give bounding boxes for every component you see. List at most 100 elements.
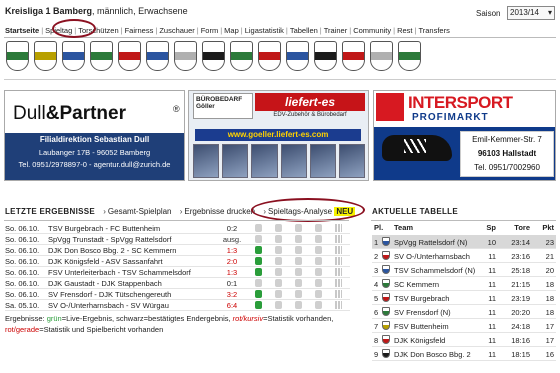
club-crest-icon[interactable]	[34, 41, 57, 71]
player-icon[interactable]	[275, 279, 282, 287]
report-icon[interactable]	[255, 246, 262, 254]
table-row[interactable]: 1 SpVgg Rattelsdorf (N) 10 23:14 23	[372, 235, 556, 249]
stats-icon[interactable]	[335, 301, 342, 309]
ergebnisse-drucken-link[interactable]: Ergebnisse drucken	[184, 207, 255, 216]
report-icon[interactable]	[255, 290, 262, 298]
result-row[interactable]: So. 06.10. FSV Unterleiterbach - TSV Scha…	[5, 267, 350, 278]
table-team[interactable]: DJK Königsfeld	[394, 336, 445, 345]
player-icon[interactable]	[315, 224, 322, 232]
player-icon[interactable]	[315, 290, 322, 298]
report-icon[interactable]	[255, 224, 262, 232]
result-row[interactable]: So. 06.10. SV Frensdorf - DJK Tütschenger…	[5, 289, 350, 300]
stats-icon[interactable]	[335, 246, 342, 254]
nav-item[interactable]: Map	[224, 26, 239, 35]
table-team[interactable]: FSV Buttenheim	[394, 322, 449, 331]
player-icon[interactable]	[295, 235, 302, 243]
nav-item[interactable]: Trainer	[324, 26, 347, 35]
player-icon[interactable]	[295, 246, 302, 254]
nav-item[interactable]: Community	[353, 26, 391, 35]
stats-icon[interactable]	[335, 224, 342, 232]
table-row[interactable]: 2 SV O-/Unterharnsbach 11 23:16 21	[372, 249, 556, 263]
nav-item[interactable]: Ligastatistik	[245, 26, 284, 35]
table-team[interactable]: SC Kemmern	[394, 280, 439, 289]
club-crest-icon[interactable]	[258, 41, 281, 71]
result-match[interactable]: DJK Gaustadt - DJK Stappenbach	[48, 279, 162, 288]
club-crest-icon[interactable]	[286, 41, 309, 71]
player-icon[interactable]	[275, 301, 282, 309]
table-team[interactable]: DJK Don Bosco Bbg. 2	[394, 350, 471, 359]
result-match[interactable]: SV Frensdorf - DJK Tütschengereuth	[48, 290, 171, 299]
report-icon[interactable]	[255, 257, 262, 265]
nav-item[interactable]: Fairness	[125, 26, 154, 35]
dull-partner-banner[interactable]: Dull&Partner ® Filialdirektion Sebastian…	[4, 90, 185, 181]
player-icon[interactable]	[275, 235, 282, 243]
nav-item[interactable]: Tabellen	[290, 26, 318, 35]
table-row[interactable]: 4 SC Kemmern 11 21:15 18	[372, 277, 556, 291]
table-team[interactable]: SV Frensdorf (N)	[394, 308, 451, 317]
stats-icon[interactable]	[335, 279, 342, 287]
result-match[interactable]: FSV Unterleiterbach - TSV Schammelsdorf	[48, 268, 191, 277]
player-icon[interactable]	[275, 257, 282, 265]
player-icon[interactable]	[295, 224, 302, 232]
club-crest-icon[interactable]	[62, 41, 85, 71]
table-row[interactable]: 3 TSV Schammelsdorf (N) 11 25:18 20	[372, 263, 556, 277]
player-icon[interactable]	[315, 235, 322, 243]
report-icon[interactable]	[255, 235, 262, 243]
result-row[interactable]: So. 06.10. DJK Don Bosco Bbg. 2 - SC Kemm…	[5, 245, 350, 256]
result-row[interactable]: Sa. 05.10. SV O-/Unterharnsbach - SV Würg…	[5, 300, 350, 311]
table-row[interactable]: 9 DJK Don Bosco Bbg. 2 11 18:15 16	[372, 347, 556, 361]
result-match[interactable]: SpVgg Trunstadt - SpVgg Rattelsdorf	[48, 235, 171, 244]
result-match[interactable]: SV O-/Unterharnsbach - SV Würgau	[48, 301, 169, 310]
player-icon[interactable]	[295, 279, 302, 287]
stats-icon[interactable]	[335, 268, 342, 276]
gesamt-spielplan-link[interactable]: Gesamt-Spielplan	[108, 207, 172, 216]
player-icon[interactable]	[295, 257, 302, 265]
table-row[interactable]: 6 SV Frensdorf (N) 11 20:20 18	[372, 305, 556, 319]
table-team[interactable]: TSV Schammelsdorf (N)	[394, 266, 475, 275]
result-match[interactable]: TSV Burgebrach - FC Buttenheim	[48, 224, 160, 233]
result-row[interactable]: So. 06.10. SpVgg Trunstadt - SpVgg Rattel…	[5, 234, 350, 245]
nav-item[interactable]: Form	[201, 26, 219, 35]
player-icon[interactable]	[315, 279, 322, 287]
player-icon[interactable]	[275, 224, 282, 232]
table-team[interactable]: TSV Burgebrach	[394, 294, 449, 303]
club-crest-icon[interactable]	[230, 41, 253, 71]
stats-icon[interactable]	[335, 257, 342, 265]
result-row[interactable]: So. 06.10. TSV Burgebrach - FC Buttenheim…	[5, 223, 350, 234]
club-crest-icon[interactable]	[314, 41, 337, 71]
club-crest-icon[interactable]	[342, 41, 365, 71]
player-icon[interactable]	[295, 301, 302, 309]
player-icon[interactable]	[315, 257, 322, 265]
result-match[interactable]: DJK Königsfeld - ASV Sassanfahrt	[48, 257, 163, 266]
player-icon[interactable]	[315, 301, 322, 309]
report-icon[interactable]	[255, 279, 262, 287]
nav-item[interactable]: Transfers	[418, 26, 449, 35]
club-crest-icon[interactable]	[118, 41, 141, 71]
table-team[interactable]: SpVgg Rattelsdorf (N)	[394, 238, 467, 247]
nav-item[interactable]: Zuschauer	[159, 26, 194, 35]
stats-icon[interactable]	[335, 235, 342, 243]
club-crest-icon[interactable]	[146, 41, 169, 71]
club-crest-icon[interactable]	[6, 41, 29, 71]
table-row[interactable]: 7 FSV Buttenheim 11 24:18 17	[372, 319, 556, 333]
result-row[interactable]: So. 06.10. DJK Gaustadt - DJK Stappenbach…	[5, 278, 350, 289]
result-match[interactable]: DJK Don Bosco Bbg. 2 - SC Kemmern	[48, 246, 176, 255]
player-icon[interactable]	[295, 290, 302, 298]
intersport-banner[interactable]: INTERSPORT PROFIMARKT Emil-Kemmer-Str. 7…	[373, 90, 556, 181]
club-crest-icon[interactable]	[202, 41, 225, 71]
player-icon[interactable]	[275, 246, 282, 254]
player-icon[interactable]	[275, 268, 282, 276]
report-icon[interactable]	[255, 268, 262, 276]
result-row[interactable]: So. 06.10. DJK Königsfeld - ASV Sassanfah…	[5, 256, 350, 267]
table-row[interactable]: 8 DJK Königsfeld 11 18:16 17	[372, 333, 556, 347]
table-team[interactable]: SV O-/Unterharnsbach	[394, 252, 470, 261]
goeller-banner[interactable]: BÜROBEDARF Göller liefert-es EDV-Zubehör…	[188, 90, 369, 181]
player-icon[interactable]	[315, 268, 322, 276]
nav-item[interactable]: Rest	[397, 26, 412, 35]
club-crest-icon[interactable]	[174, 41, 197, 71]
table-row[interactable]: 5 TSV Burgebrach 11 23:19 18	[372, 291, 556, 305]
report-icon[interactable]	[255, 301, 262, 309]
club-crest-icon[interactable]	[398, 41, 421, 71]
nav-item[interactable]: Startseite	[5, 26, 39, 35]
club-crest-icon[interactable]	[370, 41, 393, 71]
